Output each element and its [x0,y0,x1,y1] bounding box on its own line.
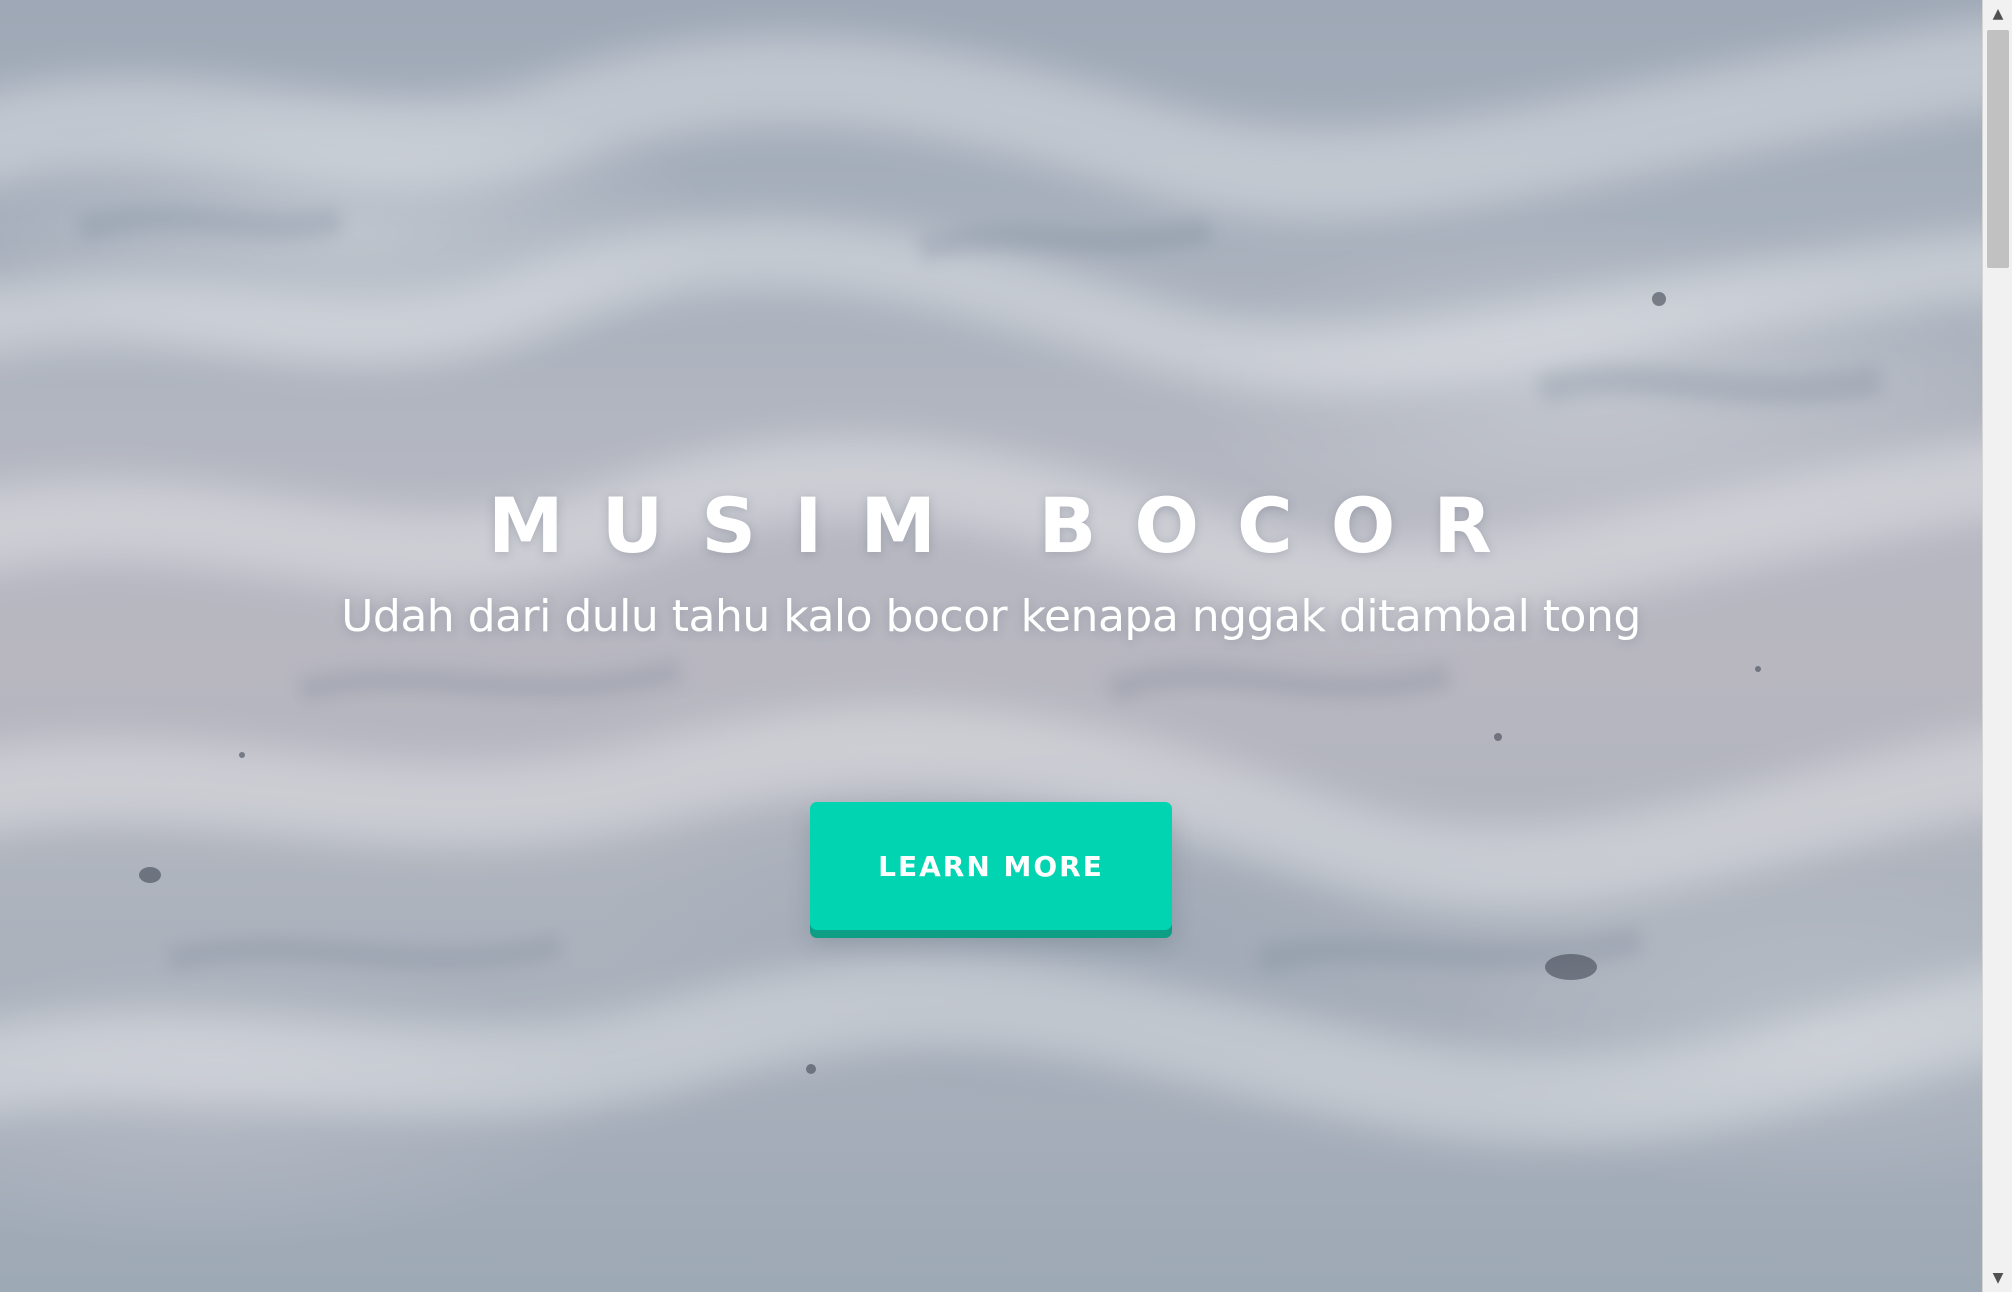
scrollbar-thumb[interactable] [1987,30,2009,268]
hero-section: MUSIM BOCOR Udah dari dulu tahu kalo boc… [0,0,1982,1292]
vertical-scrollbar[interactable]: ▲ ▼ [1982,0,2012,1292]
hero-title: MUSIM BOCOR [488,481,1530,570]
landing-page: MUSIM BOCOR Udah dari dulu tahu kalo boc… [0,0,2012,1292]
hero-content: MUSIM BOCOR Udah dari dulu tahu kalo boc… [0,0,1982,1292]
hero-subtitle: Udah dari dulu tahu kalo bocor kenapa ng… [341,591,1641,642]
learn-more-button[interactable]: LEARN MORE [810,802,1172,930]
scroll-down-icon[interactable]: ▼ [1983,1264,2012,1292]
scroll-up-icon[interactable]: ▲ [1983,0,2012,28]
